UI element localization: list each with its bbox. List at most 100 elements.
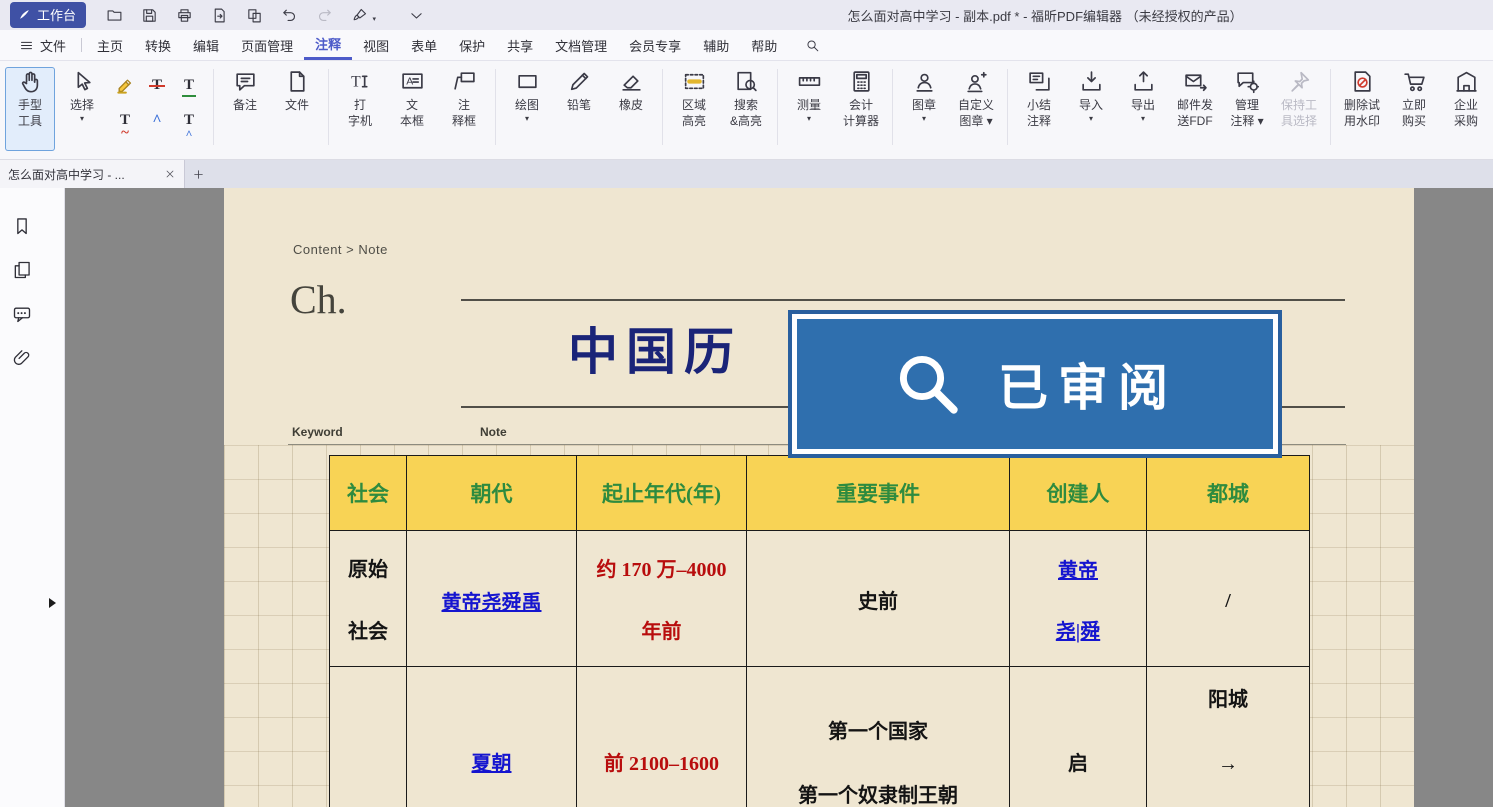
menu-item-7[interactable]: 表单 bbox=[400, 30, 448, 60]
rule-line bbox=[461, 299, 1345, 301]
printer-icon bbox=[176, 7, 193, 24]
bookmarks-panel-button[interactable] bbox=[12, 216, 34, 236]
attachments-panel-button[interactable] bbox=[12, 348, 34, 368]
table-cell: 黄帝尧|舜 bbox=[1010, 531, 1147, 667]
close-tab-icon[interactable] bbox=[164, 168, 176, 180]
pages-icon bbox=[12, 260, 32, 280]
t-squiggly-icon: T bbox=[115, 111, 135, 131]
magnifier-icon bbox=[892, 348, 964, 420]
replace-text-button[interactable]: T bbox=[174, 104, 204, 137]
typewriter-button[interactable]: T打字机 bbox=[335, 67, 385, 151]
area-highlight-button[interactable]: 区域高亮 bbox=[669, 67, 719, 151]
table-cell: 第一个国家第一个奴隶制王朝 bbox=[747, 667, 1010, 807]
import-comments-button[interactable]: 导入▾ bbox=[1066, 67, 1116, 151]
open-button[interactable] bbox=[102, 4, 126, 26]
menubar: 文件主页转换编辑页面管理注释视图表单保护共享文档管理会员专享辅助帮助 bbox=[0, 30, 1493, 61]
search-button[interactable] bbox=[798, 30, 826, 60]
buy-now-button[interactable]: 立即购买 bbox=[1389, 67, 1439, 151]
note-icon bbox=[233, 69, 258, 94]
remove-trial-watermark-button[interactable]: 删除试用水印 bbox=[1337, 67, 1387, 151]
button-label: 计算器 bbox=[843, 113, 879, 129]
print-button[interactable] bbox=[172, 4, 196, 26]
menu-item-1[interactable]: 主页 bbox=[86, 30, 134, 60]
measure-button[interactable]: 测量▾ bbox=[784, 67, 834, 151]
pencil-icon bbox=[567, 69, 592, 94]
select-tool-button[interactable]: 选择▾ bbox=[57, 67, 107, 151]
underline-text-button[interactable]: T bbox=[174, 69, 204, 102]
comments-panel-button[interactable] bbox=[12, 304, 34, 324]
menu-item-4[interactable]: 页面管理 bbox=[230, 30, 304, 60]
accounting-calculator-button[interactable]: 会计计算器 bbox=[836, 67, 886, 151]
table-cell: 启 bbox=[1010, 667, 1147, 807]
pencil-tool-button[interactable]: 铅笔 bbox=[554, 67, 604, 151]
callout-button[interactable]: 注释框 bbox=[439, 67, 489, 151]
menu-item-6[interactable]: 视图 bbox=[352, 30, 400, 60]
workspace-button[interactable]: 工作台 bbox=[10, 2, 86, 28]
enterprise-purchase-button[interactable]: 企业采购 bbox=[1441, 67, 1491, 151]
button-label: 自定义 bbox=[958, 97, 994, 113]
button-label: 管理 bbox=[1235, 97, 1259, 113]
menu-item-11[interactable]: 会员专享 bbox=[618, 30, 692, 60]
textbox-button[interactable]: A文本框 bbox=[387, 67, 437, 151]
menu-item-8[interactable]: 保护 bbox=[448, 30, 496, 60]
sidebar-icons bbox=[0, 188, 64, 368]
dropdown-caret-icon: ▾ bbox=[1089, 113, 1093, 124]
squiggly-underline-button[interactable]: T bbox=[110, 104, 140, 137]
pages-panel-button[interactable] bbox=[12, 260, 34, 280]
file-attachment-button[interactable]: 文件 bbox=[272, 67, 322, 151]
button-label: 图章 ▾ bbox=[959, 113, 992, 129]
menu-item-12[interactable]: 辅助 bbox=[692, 30, 740, 60]
insert-text-button[interactable]: ^ bbox=[142, 104, 172, 137]
button-label: 字机 bbox=[348, 113, 372, 129]
table-link[interactable]: 黄帝尧舜禹 bbox=[407, 591, 576, 615]
button-label: 铅笔 bbox=[567, 97, 591, 113]
eraser-tool-button[interactable]: 橡皮 bbox=[606, 67, 656, 151]
panel-expand-handle[interactable] bbox=[49, 598, 56, 608]
summarize-comments-button[interactable]: 小结注释 bbox=[1014, 67, 1064, 151]
export-pdf-button[interactable] bbox=[207, 4, 231, 26]
menu-item-3[interactable]: 编辑 bbox=[182, 30, 230, 60]
folder-open-icon bbox=[106, 7, 123, 24]
table-link[interactable]: 尧|舜 bbox=[1010, 620, 1146, 644]
email-fdf-button[interactable]: 邮件发送FDF bbox=[1170, 67, 1220, 151]
custom-stamp-button[interactable]: 自定义图章 ▾ bbox=[951, 67, 1001, 151]
format-brush-button[interactable]: ▾ bbox=[347, 4, 371, 26]
search-and-highlight-button[interactable]: 搜索&高亮 bbox=[721, 67, 771, 151]
enterprise-icon bbox=[1454, 69, 1479, 94]
stamp-tool-button[interactable]: 图章▾ bbox=[899, 67, 949, 151]
undo-button[interactable] bbox=[277, 4, 301, 26]
menu-item-label: 转换 bbox=[145, 36, 171, 55]
customize-quick-access-button[interactable] bbox=[404, 4, 428, 26]
document-tab[interactable]: 怎么面对高中学习 - ... bbox=[0, 160, 185, 188]
reviewed-stamp[interactable]: 已审阅 bbox=[788, 310, 1282, 458]
keyword-label: Keyword bbox=[292, 425, 343, 439]
drawing-button[interactable]: 绘图▾ bbox=[502, 67, 552, 151]
button-label: 立即 bbox=[1402, 97, 1426, 113]
convert-button[interactable] bbox=[242, 4, 266, 26]
document-viewport[interactable]: Content > Note Ch. 中国历 Keyword Note 社会朝代… bbox=[65, 188, 1493, 807]
manage-comments-button[interactable]: 管理注释 ▾ bbox=[1222, 67, 1272, 151]
table-link[interactable]: 夏朝 bbox=[407, 752, 576, 776]
menu-item-5[interactable]: 注释 bbox=[304, 30, 352, 60]
export-comments-button[interactable]: 导出▾ bbox=[1118, 67, 1168, 151]
menu-item-9[interactable]: 共享 bbox=[496, 30, 544, 60]
menu-item-2[interactable]: 转换 bbox=[134, 30, 182, 60]
menu-item-0[interactable]: 文件 bbox=[8, 30, 77, 60]
reviewed-stamp-inner: 已审阅 bbox=[797, 319, 1273, 449]
content-table: 社会朝代起止年代(年)重要事件创建人都城原始社会黄帝尧舜禹约 170 万–400… bbox=[329, 455, 1310, 807]
ribbon-separator bbox=[777, 69, 778, 145]
note-label: Note bbox=[480, 425, 507, 439]
menu-item-13[interactable]: 帮助 bbox=[740, 30, 788, 60]
menu-item-10[interactable]: 文档管理 bbox=[544, 30, 618, 60]
pdf-page[interactable]: Content > Note Ch. 中国历 Keyword Note 社会朝代… bbox=[224, 188, 1414, 807]
note-comment-button[interactable]: 备注 bbox=[220, 67, 270, 151]
ribbon-toolbar: 手型工具选择▾TTT^T备注文件T打字机A文本框注释框绘图▾铅笔橡皮区域高亮搜索… bbox=[0, 61, 1493, 160]
hand-tool-button[interactable]: 手型工具 bbox=[5, 67, 55, 151]
save-button[interactable] bbox=[137, 4, 161, 26]
keep-tool-selected-button: 保持工具选择 bbox=[1274, 67, 1324, 151]
strikeout-text-button[interactable]: T bbox=[142, 69, 172, 102]
highlight-text-button[interactable] bbox=[110, 69, 140, 102]
new-tab-button[interactable] bbox=[185, 160, 211, 188]
table-link[interactable]: 黄帝 bbox=[1010, 559, 1146, 583]
table-header-cell: 重要事件 bbox=[747, 456, 1010, 531]
